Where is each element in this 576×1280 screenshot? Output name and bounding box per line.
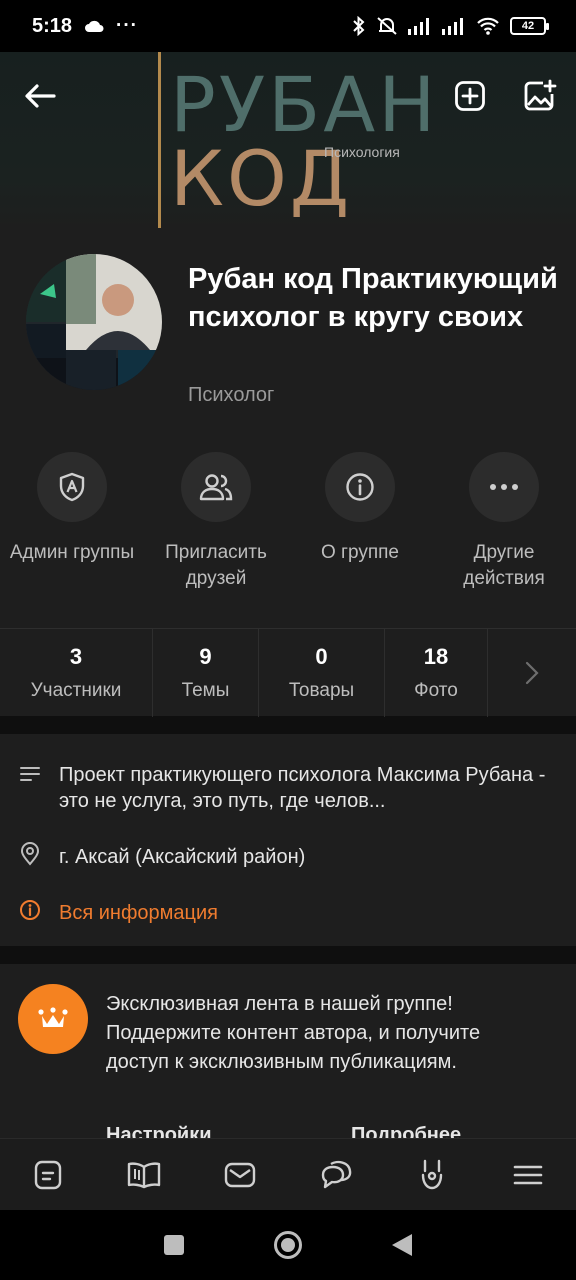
all-info-icon [18,898,42,922]
mute-icon [377,17,397,35]
section-divider [0,716,576,734]
tab-menu[interactable] [480,1139,576,1211]
stat-products-value: 0 [315,643,328,669]
cover-subtitle: Психология [324,144,400,160]
signal-icon-1 [408,18,429,35]
action-row: Админ группы Пригласить друзей О группе … [0,432,576,628]
more-actions-label: Другие действия [463,542,545,589]
recent-apps-button[interactable] [163,1234,185,1256]
invite-friends-icon [199,474,233,501]
invite-friends-button[interactable]: Пригласить друзей [144,452,288,628]
tab-feed[interactable] [0,1139,96,1211]
plus-square-icon [455,81,485,111]
feed-icon [34,1160,62,1189]
group-header: Рубан код Практикующий психолог в кругу … [0,232,576,432]
status-bar: 5:18 ··· 42 [0,0,576,52]
group-category: Психолог [188,384,275,406]
stat-photos[interactable]: 18 Фото [385,628,488,717]
about-group-button[interactable]: О группе [288,452,432,628]
tab-discover[interactable] [96,1139,192,1211]
stats-bar: 3 Участники 9 Темы 0 Товары 18 Фото [0,628,576,717]
group-cover: РУБАН КОД Психология [0,52,576,232]
tab-discussions[interactable] [288,1139,384,1211]
arrow-left-icon [25,84,56,108]
status-time: 5:18 [32,14,73,37]
more-notifications-icon: ··· [116,15,139,36]
info-icon [346,473,374,501]
wifi-icon [477,17,499,35]
stat-members-label: Участники [30,679,122,701]
bluetooth-icon [353,16,365,36]
stat-products-label: Товары [288,679,355,701]
notifications-icon [421,1159,443,1189]
avatar-collage-image [26,254,162,390]
section-divider-2 [0,946,576,964]
signal-icon-2 [442,18,463,35]
group-location[interactable]: г. Аксай (Аксайский район) [59,844,563,870]
group-content: Рубан код Практикующий психолог в кругу … [0,232,576,1160]
invite-friends-label: Пригласить друзей [165,542,267,589]
add-post-button[interactable] [446,72,494,120]
group-title: Рубан код Практикующий психолог в кругу … [188,263,558,333]
stat-products[interactable]: 0 Товары [259,628,385,717]
back-button[interactable] [16,72,64,120]
book-icon [127,1161,161,1188]
system-nav-bar [0,1210,576,1280]
exclusive-feed-promo: Эксклюзивная лента в нашей группе! Подде… [0,964,576,1160]
tab-messages[interactable] [192,1139,288,1211]
info-section: Проект практикующего психолога Максима Р… [0,734,576,946]
stat-photos-label: Фото [414,679,458,701]
group-description[interactable]: Проект практикующего психолога Максима Р… [59,762,563,814]
description-icon [18,762,42,786]
stat-topics-label: Темы [181,679,230,701]
chevron-right-icon [525,661,539,684]
cover-divider [158,52,161,228]
admin-group-label: Админ группы [9,542,135,563]
change-cover-button[interactable] [516,72,564,120]
crown-badge [18,984,88,1054]
add-image-icon [524,79,557,111]
crown-icon [38,1007,68,1027]
cloud-icon [85,20,104,32]
stat-photos-value: 18 [423,643,449,669]
battery-indicator: 42 [510,17,549,35]
location-pin-icon [18,842,42,866]
more-actions-button[interactable]: Другие действия [432,452,576,628]
stat-topics[interactable]: 9 Темы [153,628,259,717]
stats-scroll-button[interactable] [488,629,576,717]
hamburger-menu-icon [513,1165,543,1184]
group-avatar[interactable] [26,254,162,390]
chat-bubbles-icon [321,1160,352,1188]
envelope-icon [224,1162,256,1187]
more-icon [490,484,518,490]
admin-shield-icon [59,472,85,502]
bottom-tab-bar [0,1138,576,1210]
stat-members[interactable]: 3 Участники [0,628,153,717]
tab-notifications[interactable] [384,1139,480,1211]
promo-text: Эксклюзивная лента в нашей группе! Подде… [106,993,481,1073]
back-nav-button[interactable] [391,1233,413,1257]
stat-members-value: 3 [69,643,83,669]
home-button[interactable] [273,1230,303,1260]
stat-topics-value: 9 [199,643,212,669]
admin-group-button[interactable]: Админ группы [0,452,144,628]
all-info-link[interactable]: Вся информация [59,900,563,926]
about-group-label: О группе [321,542,399,563]
